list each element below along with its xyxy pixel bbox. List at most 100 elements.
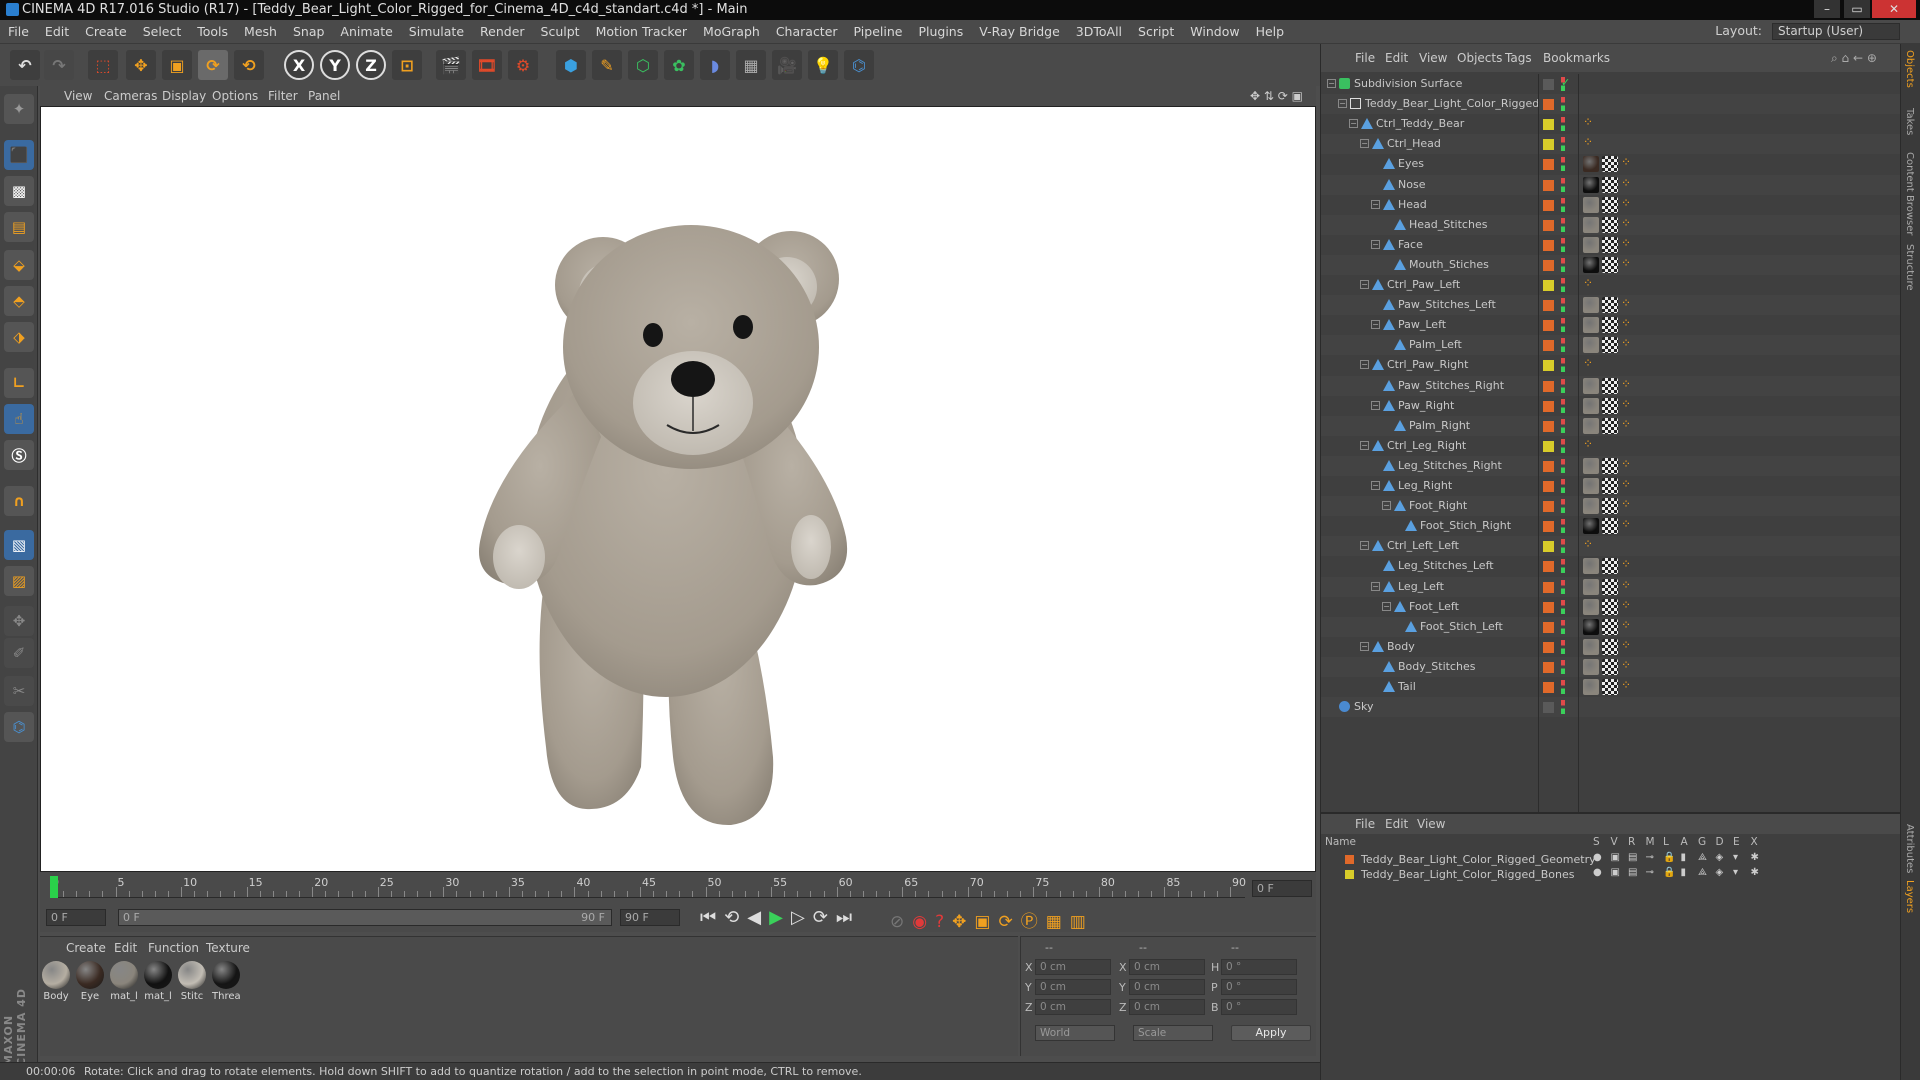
layer-toggle-icon[interactable]: ◈ bbox=[1716, 867, 1724, 878]
object-row[interactable]: − Ctrl_Head ⁘ bbox=[1321, 134, 1901, 155]
material-menu-function[interactable]: Function bbox=[148, 941, 199, 955]
prev-key-icon[interactable]: ⟲ bbox=[724, 907, 747, 928]
object-name[interactable]: Eyes bbox=[1398, 157, 1424, 170]
material-swatch[interactable]: Eye bbox=[76, 961, 104, 1005]
texture-tag-icon[interactable] bbox=[1583, 236, 1599, 253]
coordinate-system-icon[interactable]: ⊡ bbox=[392, 50, 422, 80]
uvw-tag-icon[interactable] bbox=[1602, 156, 1618, 173]
visibility-dots[interactable] bbox=[1561, 700, 1565, 715]
layer-toggle-icon[interactable]: ⟁ bbox=[1698, 852, 1707, 863]
object-name[interactable]: Teddy_Bear_Light_Color_Rigged bbox=[1365, 97, 1539, 110]
texture-tag-icon[interactable] bbox=[1583, 598, 1599, 615]
object-name[interactable]: Nose bbox=[1398, 178, 1425, 191]
uvw-tag-icon[interactable] bbox=[1602, 397, 1618, 414]
object-row[interactable]: − Foot_Right ⁘ bbox=[1321, 496, 1901, 517]
visibility-dots[interactable] bbox=[1561, 257, 1565, 272]
edges-mode-icon[interactable]: ⬘ bbox=[4, 286, 34, 316]
texture-tag-icon[interactable] bbox=[1583, 216, 1599, 233]
live-selection-icon[interactable]: ⬚ bbox=[88, 50, 118, 80]
object-name[interactable]: Leg_Right bbox=[1398, 479, 1452, 492]
model-mode-icon[interactable]: ⬛ bbox=[4, 140, 34, 170]
visibility-dots[interactable] bbox=[1561, 559, 1565, 574]
weight-tag-icon[interactable]: ⁘ bbox=[1621, 618, 1631, 632]
viewport-menu-filter[interactable]: Filter bbox=[268, 89, 298, 103]
layer-col-header[interactable]: G bbox=[1698, 836, 1706, 848]
object-name[interactable]: Leg_Stitches_Right bbox=[1398, 459, 1502, 472]
coord-value-field[interactable]: 0 cm bbox=[1035, 999, 1111, 1015]
layer-toggle-icon[interactable]: ▮ bbox=[1681, 867, 1687, 878]
texture-tag-icon[interactable] bbox=[1583, 156, 1599, 173]
key-param-icon[interactable]: Ⓟ bbox=[1021, 912, 1046, 932]
layer-toggle-icon[interactable]: ● bbox=[1593, 852, 1602, 863]
material-menu-texture[interactable]: Texture bbox=[206, 941, 250, 955]
visibility-dots[interactable] bbox=[1561, 298, 1565, 313]
object-name[interactable]: Ctrl_Left_Left bbox=[1387, 539, 1459, 552]
python-script-icon[interactable]: ⌬ bbox=[4, 712, 34, 742]
uvw-tag-icon[interactable] bbox=[1602, 337, 1618, 354]
snapping-icon[interactable]: Ⓢ bbox=[4, 440, 34, 470]
menu-pipeline[interactable]: Pipeline bbox=[846, 20, 911, 44]
object-row[interactable]: − Ctrl_Leg_Right ⁘ bbox=[1321, 436, 1901, 456]
weight-tag-icon[interactable]: ⁘ bbox=[1621, 256, 1631, 270]
layer-toggle-icon[interactable]: ◈ bbox=[1716, 852, 1724, 863]
weight-tag-icon[interactable]: ⁘ bbox=[1621, 296, 1631, 310]
menu-select[interactable]: Select bbox=[135, 20, 190, 44]
uvw-tag-icon[interactable] bbox=[1602, 176, 1618, 193]
material-swatch[interactable]: mat_l bbox=[144, 961, 172, 1005]
weight-tag-icon[interactable]: ⁘ bbox=[1621, 578, 1631, 592]
object-name[interactable]: Foot_Stich_Right bbox=[1420, 519, 1511, 532]
layer-empty-swatch[interactable] bbox=[1543, 702, 1554, 714]
visibility-dots[interactable] bbox=[1561, 519, 1565, 534]
object-name[interactable]: Foot_Right bbox=[1409, 499, 1467, 512]
layer-color-swatch[interactable] bbox=[1543, 420, 1554, 432]
key-points-icon[interactable]: ▦ bbox=[1046, 912, 1070, 932]
texture-tag-icon[interactable] bbox=[1583, 638, 1599, 655]
render-picture-viewer-icon[interactable]: 🎞 bbox=[472, 50, 502, 80]
object-row[interactable]: Nose ⁘ bbox=[1321, 174, 1901, 195]
weight-tag-icon[interactable]: ⁘ bbox=[1583, 356, 1593, 370]
object-row[interactable]: Palm_Right ⁘ bbox=[1321, 415, 1901, 436]
menu-mograph[interactable]: MoGraph bbox=[695, 20, 768, 44]
visibility-dots[interactable] bbox=[1561, 619, 1565, 634]
fold-toggle[interactable]: − bbox=[1371, 481, 1380, 490]
move-disabled-icon[interactable]: ✥ bbox=[4, 606, 34, 636]
obj-search-icons[interactable]: ⌕ ⌂ ← ⊕ bbox=[1831, 51, 1877, 66]
layer-color-swatch[interactable] bbox=[1345, 870, 1354, 879]
uvw-tag-icon[interactable] bbox=[1602, 658, 1618, 675]
object-row[interactable]: Head_Stitches ⁘ bbox=[1321, 214, 1901, 235]
make-editable-icon[interactable]: ✦ bbox=[4, 94, 34, 124]
visibility-dots[interactable] bbox=[1561, 418, 1565, 433]
texture-tag-icon[interactable] bbox=[1583, 256, 1599, 273]
object-row[interactable]: Leg_Stitches_Left ⁘ bbox=[1321, 556, 1901, 576]
texture-tag-icon[interactable] bbox=[1583, 297, 1599, 314]
prev-frame-icon[interactable]: ◀ bbox=[747, 907, 769, 928]
texture-tag-icon[interactable] bbox=[1583, 618, 1599, 635]
menu-sculpt[interactable]: Sculpt bbox=[533, 20, 588, 44]
fold-toggle[interactable]: − bbox=[1360, 440, 1369, 450]
object-name[interactable]: Paw_Stitches_Right bbox=[1398, 379, 1504, 392]
material-menu-edit[interactable]: Edit bbox=[114, 941, 137, 955]
object-row[interactable]: Palm_Left ⁘ bbox=[1321, 335, 1901, 356]
timeline-ruler[interactable]: 051015202530354045505560657075808590 bbox=[50, 876, 1246, 898]
object-name[interactable]: Palm_Left bbox=[1409, 338, 1462, 351]
texture-mode-icon[interactable]: ▩ bbox=[4, 176, 34, 206]
object-name[interactable]: Paw_Stitches_Left bbox=[1398, 298, 1496, 311]
visibility-dots[interactable] bbox=[1561, 97, 1565, 112]
layer-toggle-icon[interactable]: ✱ bbox=[1751, 852, 1759, 863]
texture-tag-icon[interactable] bbox=[1583, 679, 1599, 695]
layer-toggle-icon[interactable]: ▣ bbox=[1611, 867, 1620, 878]
texture-tag-icon[interactable] bbox=[1583, 478, 1599, 494]
material-swatch[interactable]: Stitc bbox=[178, 961, 206, 1005]
visibility-dots[interactable] bbox=[1561, 579, 1565, 594]
weight-tag-icon[interactable]: ⁘ bbox=[1621, 658, 1631, 672]
menu-edit[interactable]: Edit bbox=[37, 20, 77, 44]
weight-tag-icon[interactable]: ⁘ bbox=[1621, 196, 1631, 210]
uvw-tag-icon[interactable] bbox=[1602, 317, 1618, 334]
layer-toggle-icon[interactable]: ▣ bbox=[1611, 852, 1620, 863]
autokey-icon[interactable]: ? bbox=[935, 912, 952, 932]
coord-value-field[interactable]: 0 ° bbox=[1221, 959, 1297, 975]
layer-color-swatch[interactable] bbox=[1543, 641, 1554, 653]
fold-toggle[interactable]: − bbox=[1360, 139, 1369, 149]
viewport-menu-view[interactable]: View bbox=[64, 89, 92, 103]
uvw-tag-icon[interactable] bbox=[1602, 216, 1618, 233]
